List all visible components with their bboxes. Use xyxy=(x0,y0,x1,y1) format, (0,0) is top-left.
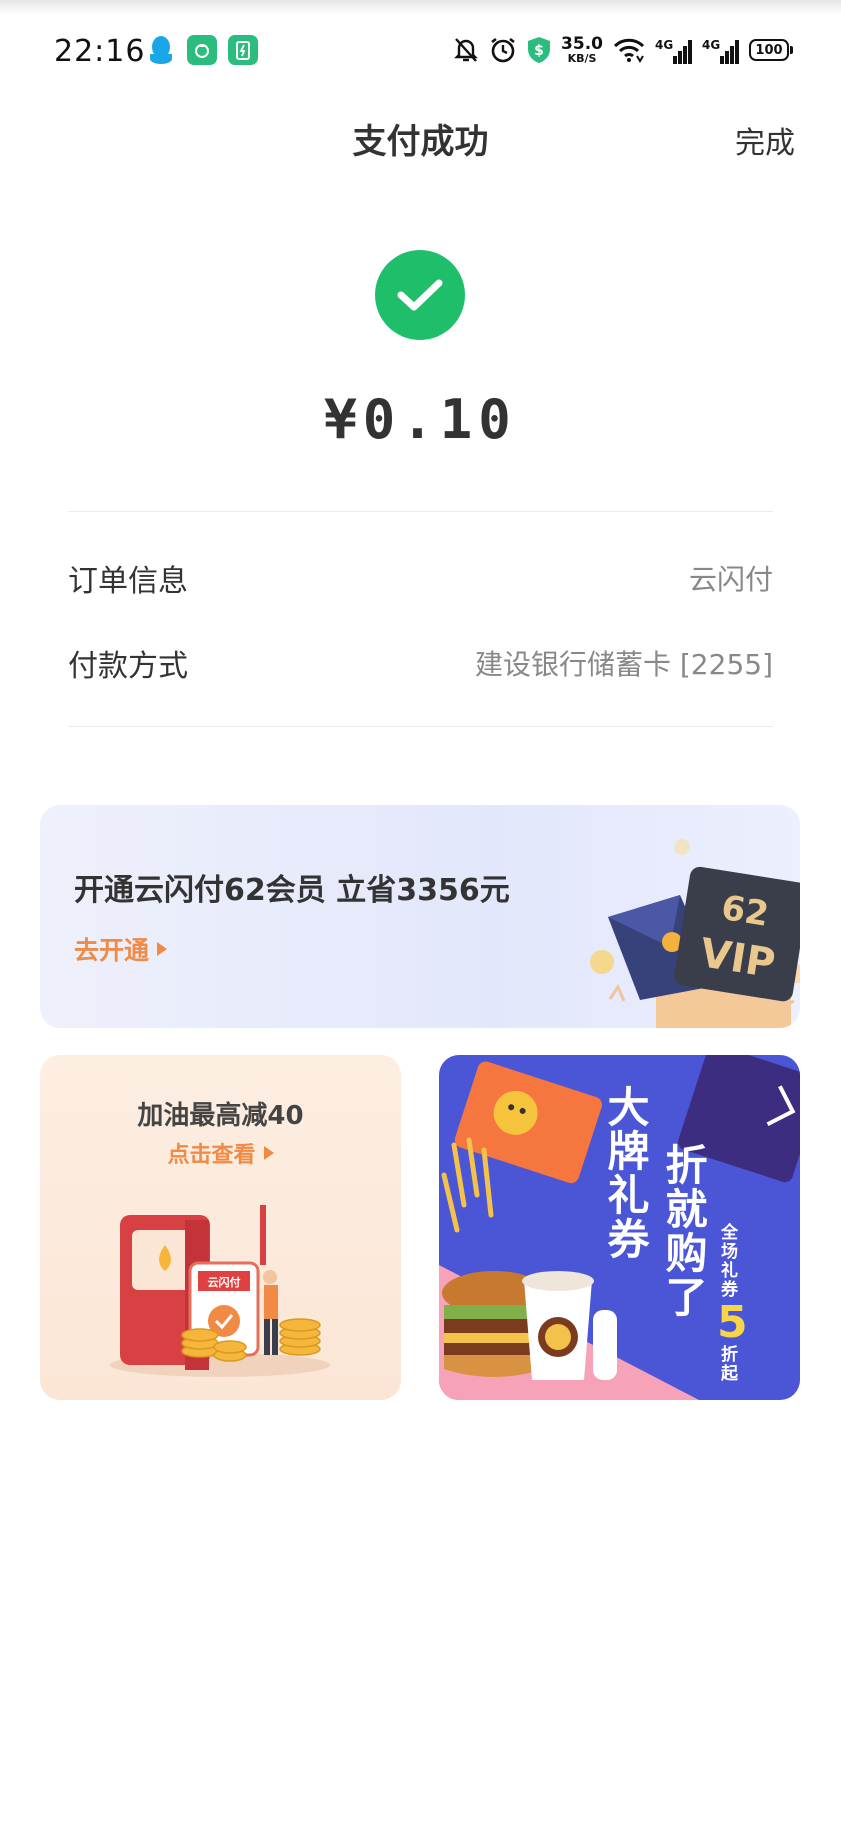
app-notification-icon xyxy=(187,35,217,65)
page-header: 支付成功 完成 xyxy=(0,100,841,180)
gift-promo-line-1: 大牌礼券 xyxy=(601,1085,650,1261)
fuel-promo-title: 加油最高减40 xyxy=(137,1101,304,1131)
qq-icon xyxy=(146,35,176,65)
page-title: 支付成功 xyxy=(352,122,489,162)
network-speed-value: 35.0 xyxy=(561,34,603,54)
network-speed: 35.0 KB/S xyxy=(561,34,603,65)
vip-membership-banner[interactable]: 开通云闪付62会员 立省3356元 去开通 62 VIP xyxy=(40,805,800,1028)
divider-top xyxy=(68,511,773,512)
cellular-signal-2: 4G xyxy=(702,36,739,64)
gift-promo-line-3: 全场礼券 xyxy=(717,1223,737,1299)
battery-app-icon xyxy=(228,35,258,65)
divider-bottom xyxy=(68,726,773,727)
wifi-icon xyxy=(613,37,645,63)
order-info-value: 云闪付 xyxy=(688,563,773,596)
gift-promo-line-2: 折就购了 xyxy=(659,1143,708,1319)
fuel-promo-link-label: 点击查看 xyxy=(167,1143,256,1168)
vip-open-link[interactable]: 去开通 xyxy=(74,931,168,967)
network-speed-unit: KB/S xyxy=(567,52,597,65)
pump-card-label: 云闪付 xyxy=(208,1275,241,1289)
fuel-promo-link[interactable]: 点击查看 xyxy=(40,1137,401,1169)
play-arrow-icon xyxy=(263,1146,274,1160)
vip-card-number: 62 xyxy=(719,888,772,935)
order-info-row: 订单信息 云闪付 xyxy=(68,553,773,603)
svg-text:$: $ xyxy=(534,43,544,59)
payment-method-value: 建设银行储蓄卡 [2255] xyxy=(474,648,773,681)
done-button[interactable]: 完成 xyxy=(735,118,795,162)
mute-bell-icon xyxy=(453,36,479,64)
alarm-icon xyxy=(489,36,517,64)
order-info-label: 订单信息 xyxy=(68,564,188,599)
status-bar-shade xyxy=(0,0,841,14)
payment-method-label: 付款方式 xyxy=(68,649,188,684)
vip-banner-title: 开通云闪付62会员 立省3356元 xyxy=(74,873,510,908)
gift-promo-number: 5 xyxy=(717,1297,748,1348)
gift-voucher-promo-card[interactable]: 大牌礼券 折就购了 全场礼券 5 折起 xyxy=(439,1055,800,1400)
vip-open-link-label: 去开通 xyxy=(74,936,150,965)
vip-gift-box-illustration: 62 VIP xyxy=(590,839,800,1028)
security-shield-icon: $ xyxy=(527,36,551,64)
fuel-pump-illustration: 云闪付 xyxy=(110,1205,330,1377)
signal-label-2: 4G xyxy=(702,38,721,52)
signal-label-1: 4G xyxy=(655,38,674,52)
payment-method-row: 付款方式 建设银行储蓄卡 [2255] xyxy=(68,638,773,688)
status-bar: 22:16 $ 35.0 KB/S 4G 4G 100 xyxy=(0,0,841,100)
cellular-signal-1: 4G xyxy=(655,36,692,64)
battery-icon: 100 xyxy=(749,39,793,61)
status-time: 22:16 xyxy=(54,34,146,69)
gift-promo-line-4: 折起 xyxy=(717,1345,737,1383)
success-check-icon xyxy=(375,250,465,340)
fuel-promo-card[interactable]: 加油最高减40 点击查看 云闪付 xyxy=(40,1055,401,1400)
status-right-group: $ 35.0 KB/S 4G 4G 100 xyxy=(453,30,793,70)
play-arrow-icon xyxy=(157,942,168,956)
payment-amount: ¥0.10 xyxy=(324,388,517,451)
